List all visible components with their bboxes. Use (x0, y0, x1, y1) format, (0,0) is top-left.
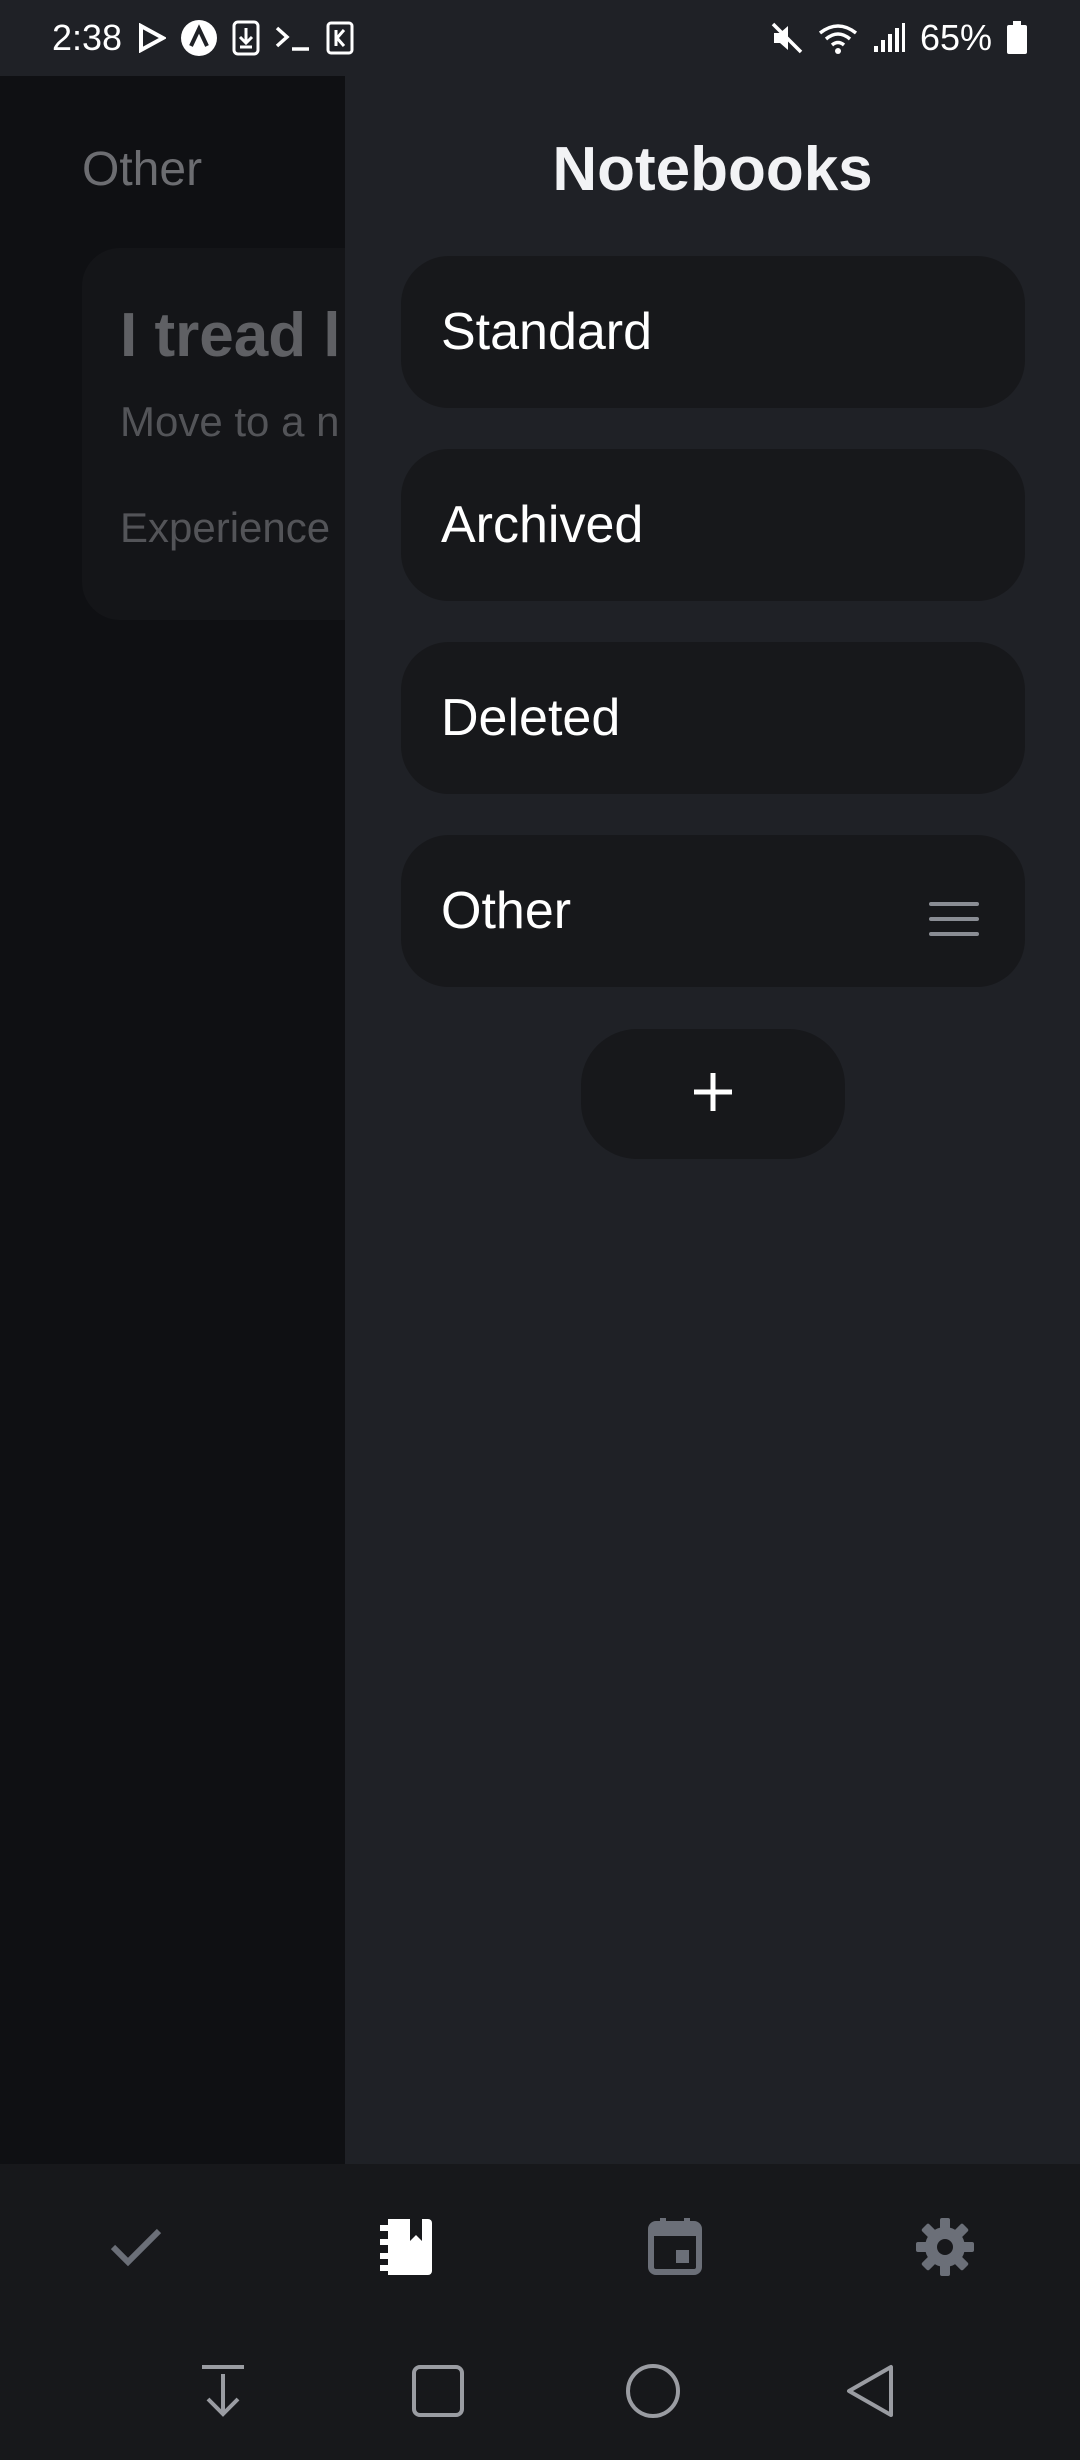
tab-settings[interactable] (910, 2214, 980, 2284)
notebook-label: Deleted (441, 689, 621, 747)
nav-back-button[interactable] (835, 2358, 905, 2428)
notebook-heading: Other (82, 143, 203, 196)
mute-icon (770, 21, 804, 55)
nav-download-button[interactable] (188, 2358, 258, 2428)
tab-tasks[interactable] (101, 2214, 171, 2284)
terminal-icon (274, 23, 312, 53)
add-notebook-button[interactable] (581, 1029, 845, 1159)
note-card-title: I tread l (120, 301, 341, 370)
battery-percent: 65% (919, 17, 992, 58)
bottom-tab-bar (0, 2164, 1080, 2334)
nav-home-button[interactable] (618, 2358, 688, 2428)
gear-icon (915, 2217, 975, 2282)
status-bar-left: 2:38 (52, 17, 354, 59)
home-circle-icon (624, 2362, 682, 2425)
checkmark-icon (109, 2227, 163, 2272)
status-time: 2:38 (52, 17, 123, 58)
wifi-icon (818, 21, 858, 55)
drawer-title: Notebooks (552, 135, 873, 204)
status-bar-right: 65% (770, 17, 1028, 59)
plus-icon (691, 1070, 735, 1119)
notebook-item-other[interactable]: Other (401, 835, 1025, 987)
notebook-label: Standard (441, 303, 653, 361)
app-k-icon (326, 21, 354, 55)
play-store-icon (136, 23, 167, 53)
notebook-item-standard[interactable]: Standard (401, 256, 1025, 408)
status-bar: 2:38 65% (0, 0, 1080, 76)
system-navigation-bar (0, 2334, 1080, 2460)
app-a-icon (180, 19, 218, 57)
battery-icon (1006, 21, 1028, 55)
notebook-label: Archived (441, 496, 644, 554)
note-card[interactable]: I tread l Move to a n Experience (82, 248, 345, 620)
drag-handle-icon[interactable] (929, 891, 979, 951)
download-arrow-icon (198, 2364, 248, 2423)
recents-square-icon (411, 2364, 465, 2423)
note-list-background: Other I tread l Move to a n Experience (0, 76, 345, 2164)
back-triangle-icon (843, 2363, 897, 2424)
notebook-item-archived[interactable]: Archived (401, 449, 1025, 601)
note-card-line: Experience (120, 504, 331, 551)
download-icon (232, 20, 260, 56)
tab-notebooks[interactable] (371, 2214, 441, 2284)
notebook-label: Other (441, 882, 572, 940)
notebook-item-deleted[interactable]: Deleted (401, 642, 1025, 794)
notebooks-drawer: Notebooks Standard Archived Deleted Othe… (345, 76, 1080, 2164)
tab-calendar[interactable] (640, 2214, 710, 2284)
calendar-icon (648, 2217, 702, 2281)
signal-icon (872, 22, 906, 54)
note-card-line: Move to a n (120, 398, 340, 445)
nav-recents-button[interactable] (403, 2358, 473, 2428)
notebook-icon (378, 2217, 434, 2282)
